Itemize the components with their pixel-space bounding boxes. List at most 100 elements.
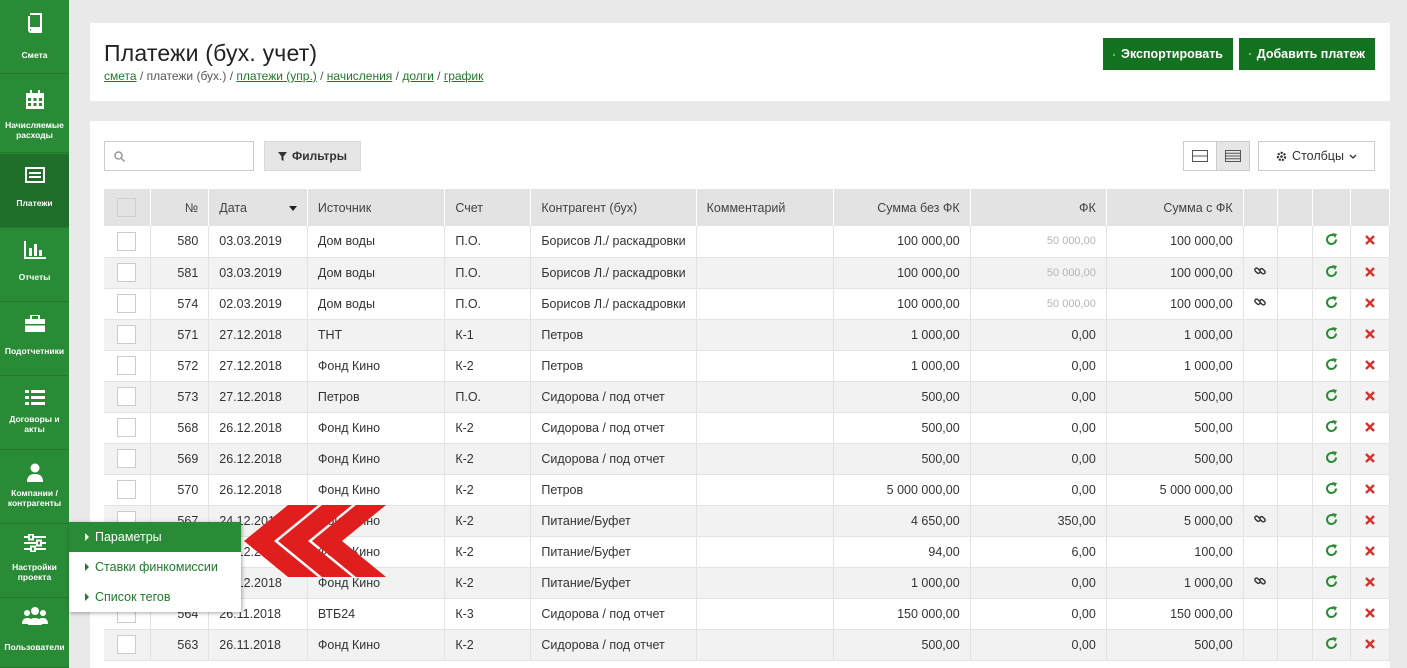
row-checkbox[interactable] <box>117 263 137 282</box>
delete-icon[interactable] <box>1365 266 1376 277</box>
refresh-icon[interactable] <box>1325 481 1338 495</box>
row-select-cell <box>104 412 151 444</box>
table-row[interactable]: 580 03.03.2019 Дом воды П.О. Борисов Л./ рас… <box>104 226 1390 258</box>
breadcrumb-link-smeta[interactable]: смета <box>104 69 137 83</box>
row-checkbox[interactable] <box>117 231 137 251</box>
table-row[interactable]: 573 27.12.2018 Петров П.О. Сидорова / под от… <box>104 381 1390 413</box>
refresh-icon[interactable] <box>1325 543 1338 557</box>
delete-icon[interactable] <box>1365 421 1376 432</box>
cell-date: 26.11.2018 <box>208 629 308 661</box>
view-list-button[interactable] <box>1216 141 1250 171</box>
filters-button[interactable]: Фильтры <box>264 141 361 171</box>
link-icon[interactable] <box>1254 265 1267 277</box>
breadcrumb-link-debts[interactable]: долги <box>402 69 434 83</box>
col-counterparty[interactable]: Контрагент (бух) <box>530 189 697 226</box>
link-icon[interactable] <box>1254 296 1267 308</box>
delete-icon[interactable] <box>1365 514 1376 525</box>
cell-delete <box>1350 350 1390 382</box>
submenu-item-parameters[interactable]: Параметры <box>69 522 241 552</box>
delete-icon[interactable] <box>1365 483 1376 494</box>
cell-delete <box>1350 598 1390 630</box>
table-row[interactable]: 571 27.12.2018 ТНТ К-1 Петров 1 000,00 0,00 1 0… <box>104 319 1390 351</box>
sidebar: Смета Начисляемые расходы Платежи Отчеты… <box>0 0 69 668</box>
cell-sum-no-fk: 100 000,00 <box>833 288 971 320</box>
refresh-icon[interactable] <box>1325 264 1338 278</box>
select-all-checkbox[interactable] <box>117 198 137 217</box>
delete-icon[interactable] <box>1365 328 1376 339</box>
col-comment[interactable]: Комментарий <box>696 189 834 226</box>
add-payment-button[interactable]: Добавить платеж <box>1239 38 1375 70</box>
col-source[interactable]: Источник <box>307 189 446 226</box>
table-row[interactable]: 570 26.12.2018 Фонд Кино К-2 Петров 5 000 000… <box>104 474 1390 506</box>
delete-icon[interactable] <box>1365 235 1376 246</box>
refresh-icon[interactable] <box>1325 233 1338 246</box>
delete-icon[interactable] <box>1365 638 1376 649</box>
sidebar-item-reports[interactable]: Отчеты <box>0 228 69 302</box>
breadcrumb-link-schedule[interactable]: график <box>444 69 484 83</box>
table-row[interactable]: 563 26.11.2018 Фонд Кино К-2 Сидорова / под … <box>104 629 1390 661</box>
delete-icon[interactable] <box>1365 545 1376 556</box>
col-account[interactable]: Счет <box>444 189 532 226</box>
refresh-icon[interactable] <box>1325 450 1338 464</box>
breadcrumb-link-accruals[interactable]: начисления <box>327 69 393 83</box>
link-icon[interactable] <box>1254 513 1267 525</box>
search-input[interactable] <box>104 141 254 171</box>
table-row[interactable]: 581 03.03.2019 Дом воды П.О. Борисов Л./ рас… <box>104 257 1390 289</box>
delete-icon[interactable] <box>1365 359 1376 370</box>
submenu-item-tags[interactable]: Список тегов <box>69 582 241 612</box>
col-sum-no-fk[interactable]: Сумма без ФК <box>833 189 971 226</box>
cell-extra <box>1277 257 1313 289</box>
col-fk[interactable]: ФК <box>970 189 1107 226</box>
table-row[interactable]: 569 26.12.2018 Фонд Кино К-2 Сидорова / под … <box>104 443 1390 475</box>
sidebar-item-smeta[interactable]: Смета <box>0 0 69 74</box>
refresh-icon[interactable] <box>1325 512 1338 526</box>
columns-button[interactable]: Столбцы <box>1258 141 1375 171</box>
col-number[interactable]: № <box>150 189 210 226</box>
sidebar-item-contracts[interactable]: Договоры и акты <box>0 376 69 450</box>
link-icon[interactable] <box>1254 575 1267 587</box>
delete-icon[interactable] <box>1365 607 1376 618</box>
row-checkbox[interactable] <box>117 387 137 406</box>
breadcrumb-link-payments-mgmt[interactable]: платежи (упр.) <box>236 69 316 83</box>
table-row[interactable]: 564 26.11.2018 ВТБ24 К-3 Сидорова / под отче… <box>104 598 1390 630</box>
delete-icon[interactable] <box>1365 390 1376 401</box>
cell-sum-fk: 100 000,00 <box>1106 288 1244 320</box>
delete-icon[interactable] <box>1365 297 1376 308</box>
sidebar-item-payments[interactable]: Платежи <box>0 154 69 228</box>
row-checkbox[interactable] <box>117 635 137 654</box>
submenu-item-commission-rates[interactable]: Ставки финкомиссии <box>69 552 241 582</box>
refresh-icon[interactable] <box>1325 295 1338 309</box>
refresh-icon[interactable] <box>1325 636 1338 650</box>
row-checkbox[interactable] <box>117 449 137 468</box>
col-sum-fk[interactable]: Сумма с ФК <box>1106 189 1244 226</box>
table-row[interactable]: 572 27.12.2018 Фонд Кино К-2 Петров 1 000,00 0… <box>104 350 1390 382</box>
refresh-icon[interactable] <box>1325 605 1338 619</box>
row-checkbox[interactable] <box>117 356 137 375</box>
delete-icon[interactable] <box>1365 452 1376 463</box>
cell-date: 26.12.2018 <box>208 474 308 506</box>
sidebar-item-project-settings[interactable]: Настройки проекта <box>0 524 69 598</box>
row-checkbox[interactable] <box>117 418 137 437</box>
refresh-icon[interactable] <box>1325 326 1338 340</box>
row-checkbox[interactable] <box>117 325 137 344</box>
view-compact-button[interactable] <box>1183 141 1217 171</box>
cell-refresh <box>1312 505 1352 537</box>
col-date[interactable]: Дата <box>208 189 308 226</box>
table-row[interactable]: 568 26.12.2018 Фонд Кино К-2 Сидорова / под … <box>104 412 1390 444</box>
cell-extra <box>1277 598 1313 630</box>
export-button[interactable]: Экспортировать <box>1103 38 1233 70</box>
row-checkbox[interactable] <box>117 294 137 313</box>
table-row[interactable]: 574 02.03.2019 Дом воды П.О. Борисов Л./ рас… <box>104 288 1390 320</box>
delete-icon[interactable] <box>1365 576 1376 587</box>
sidebar-item-companies[interactable]: Компании / контрагенты <box>0 450 69 524</box>
sidebar-item-accountables[interactable]: Подотчетники <box>0 302 69 376</box>
sidebar-item-users[interactable]: Пользователи <box>0 598 69 668</box>
refresh-icon[interactable] <box>1325 574 1338 588</box>
sidebar-label: Подотчетники <box>4 346 65 356</box>
refresh-icon[interactable] <box>1325 388 1338 402</box>
sidebar-item-accrued-expenses[interactable]: Начисляемые расходы <box>0 80 69 153</box>
refresh-icon[interactable] <box>1325 419 1338 433</box>
refresh-icon[interactable] <box>1325 357 1338 371</box>
row-checkbox[interactable] <box>117 480 137 499</box>
cell-counterparty: Питание/Буфет <box>530 505 697 537</box>
